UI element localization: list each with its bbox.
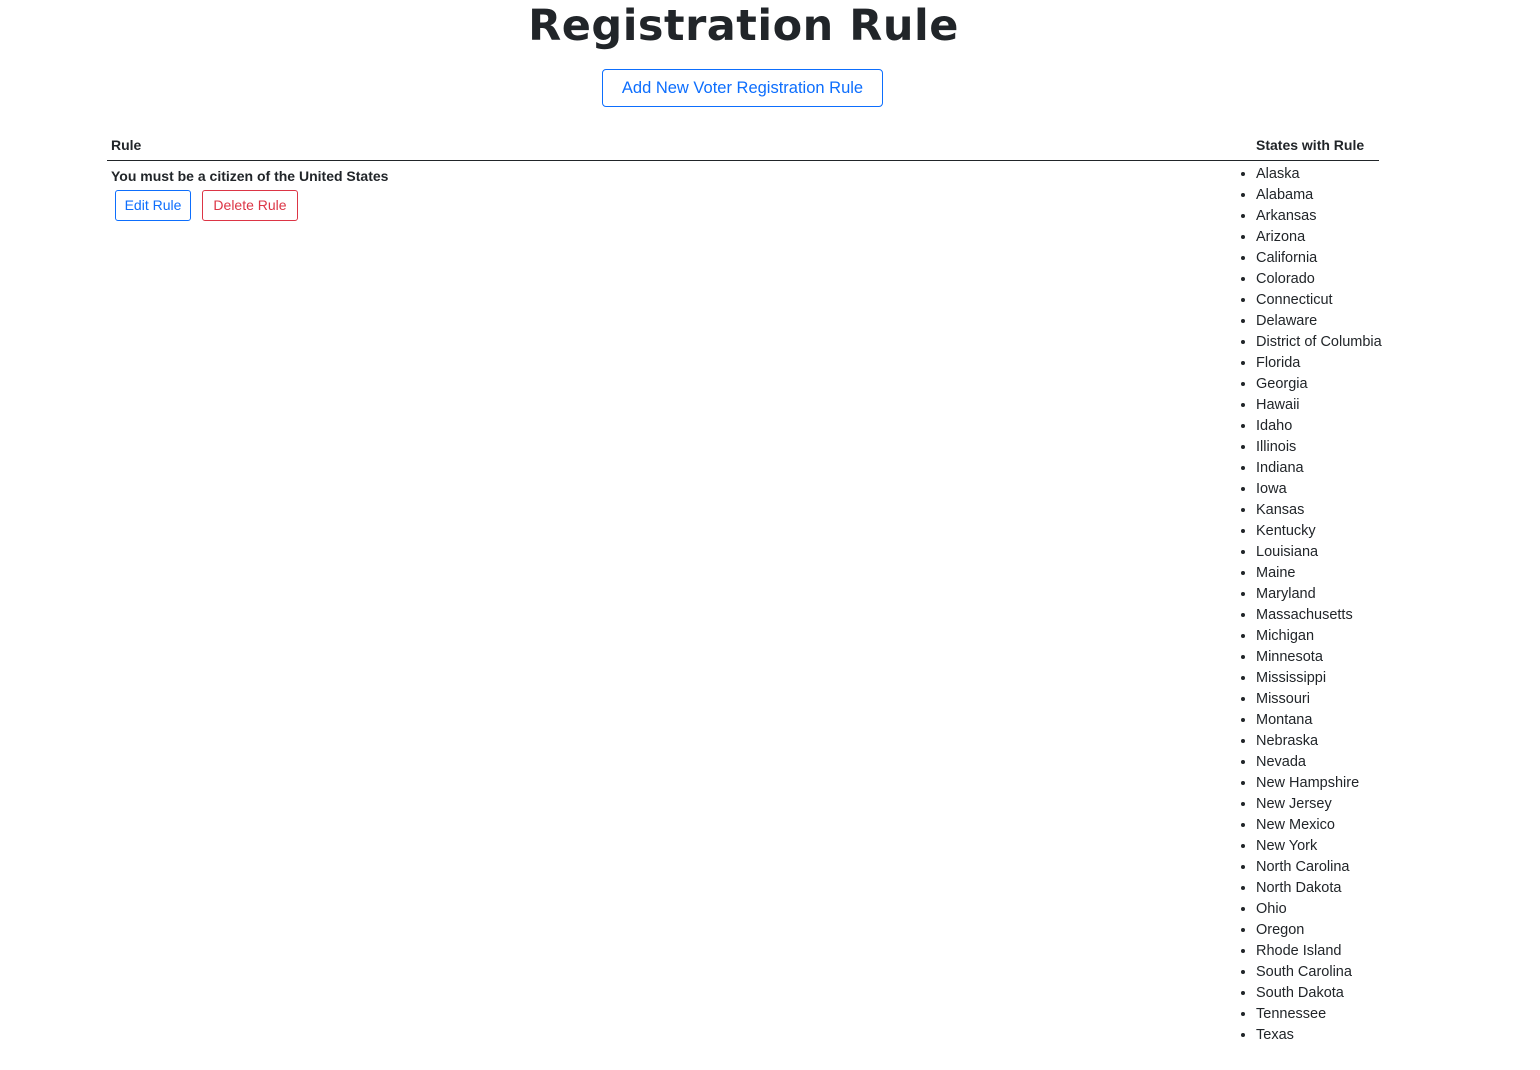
delete-rule-button[interactable]: Delete Rule xyxy=(202,190,298,221)
state-list-item: Oregon xyxy=(1256,920,1391,941)
state-list-item: Ohio xyxy=(1256,899,1391,920)
add-rule-button[interactable]: Add New Voter Registration Rule xyxy=(602,69,883,107)
states-list: AlaskaAlabamaArkansasArizonaCaliforniaCo… xyxy=(1237,164,1391,1046)
state-list-item: Kansas xyxy=(1256,500,1391,521)
state-list-item: Massachusetts xyxy=(1256,605,1391,626)
state-list-item: Michigan xyxy=(1256,626,1391,647)
state-list-item: Maine xyxy=(1256,563,1391,584)
state-list-item: North Carolina xyxy=(1256,857,1391,878)
state-list-item: South Carolina xyxy=(1256,962,1391,983)
page: Registration Rule Add New Voter Registra… xyxy=(0,0,1540,1070)
rule-text: You must be a citizen of the United Stat… xyxy=(111,168,389,184)
state-list-item: Nevada xyxy=(1256,752,1391,773)
state-list-item: Hawaii xyxy=(1256,395,1391,416)
state-list-item: North Dakota xyxy=(1256,878,1391,899)
table-header: Rule States with Rule xyxy=(107,130,1379,161)
state-list-item: Iowa xyxy=(1256,479,1391,500)
state-list-item: Indiana xyxy=(1256,458,1391,479)
state-list-item: Montana xyxy=(1256,710,1391,731)
state-list-item: Illinois xyxy=(1256,437,1391,458)
column-header-rule: Rule xyxy=(111,137,142,153)
rules-table: Rule States with Rule You must be a citi… xyxy=(107,130,1382,1043)
state-list-item: Louisiana xyxy=(1256,542,1391,563)
state-list-item: Maryland xyxy=(1256,584,1391,605)
edit-rule-button[interactable]: Edit Rule xyxy=(115,190,191,221)
state-list-item: Mississippi xyxy=(1256,668,1391,689)
column-header-states: States with Rule xyxy=(1256,137,1365,153)
state-list-item: Alabama xyxy=(1256,185,1391,206)
state-list-item: Alaska xyxy=(1256,164,1391,185)
state-list-item: Florida xyxy=(1256,353,1391,374)
state-list-item: New Jersey xyxy=(1256,794,1391,815)
state-list-item: Connecticut xyxy=(1256,290,1391,311)
state-list-item: New Mexico xyxy=(1256,815,1391,836)
state-list-item: Georgia xyxy=(1256,374,1391,395)
state-list-item: Idaho xyxy=(1256,416,1391,437)
state-list-item: South Dakota xyxy=(1256,983,1391,1004)
state-list-item: Texas xyxy=(1256,1025,1391,1046)
state-list-item: Kentucky xyxy=(1256,521,1391,542)
state-list-item: Delaware xyxy=(1256,311,1391,332)
state-list-item: Arkansas xyxy=(1256,206,1391,227)
state-list-item: Arizona xyxy=(1256,227,1391,248)
state-list-item: Minnesota xyxy=(1256,647,1391,668)
state-list-item: Tennessee xyxy=(1256,1004,1391,1025)
state-list-item: District of Columbia xyxy=(1256,332,1391,353)
state-list-item: Colorado xyxy=(1256,269,1391,290)
page-title: Registration Rule xyxy=(528,1,959,51)
state-list-item: New Hampshire xyxy=(1256,773,1391,794)
state-list-item: Missouri xyxy=(1256,689,1391,710)
state-list-item: California xyxy=(1256,248,1391,269)
state-list-item: New York xyxy=(1256,836,1391,857)
state-list-item: Nebraska xyxy=(1256,731,1391,752)
state-list-item: Rhode Island xyxy=(1256,941,1391,962)
